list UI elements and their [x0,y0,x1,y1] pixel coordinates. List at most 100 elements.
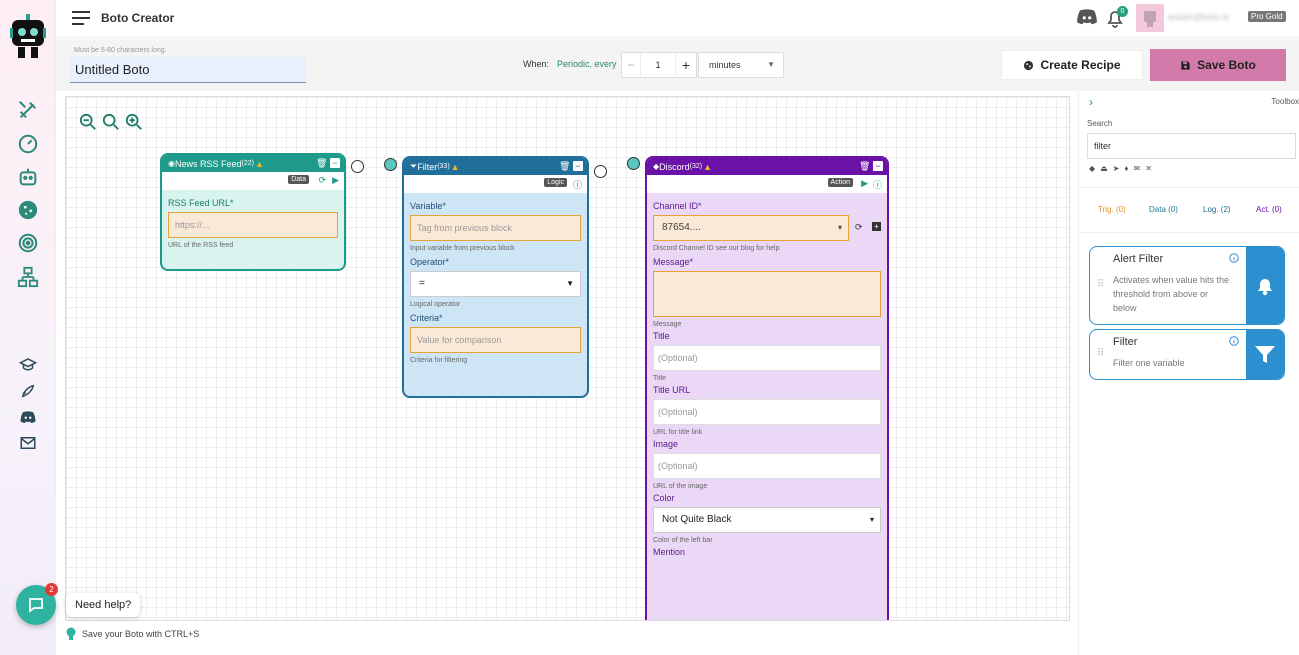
rss-feed-node[interactable]: ◉ News RSS Feed (22) ▲ 🗑 − Data ⟳ ▶ RSS … [160,153,346,271]
message-label: Message* [653,257,694,267]
hamburger-menu-icon[interactable] [72,10,90,26]
discord-icon[interactable]: ◆ [1089,164,1095,173]
toolbox-card-filter[interactable]: ⠿ Filter Filter one variable [1089,329,1285,380]
discord-input-connector[interactable] [627,157,640,170]
name-hint: Must be 5-80 characters long. [74,47,167,54]
ethereum-icon[interactable]: ♦ [1124,164,1128,173]
tab-triggers[interactable]: Trig. (0) [1098,205,1126,214]
save-tip-text: Save your Boto with CTRL+S [82,629,200,639]
clear-filter-icon[interactable]: ✕ [1145,164,1152,173]
title-url-input[interactable]: (Optional) [653,399,881,425]
rss-output-connector[interactable] [351,160,364,173]
left-sidebar [0,0,56,655]
upload-icon[interactable]: ⏏ [1100,164,1108,173]
chat-bubble-icon [29,598,43,613]
discord-icon[interactable] [19,408,37,426]
criteria-input[interactable]: Value for comparison [410,327,581,353]
message-textarea[interactable] [653,271,881,317]
increment-button[interactable]: + [676,57,696,73]
info-icon[interactable]: ⓘ [573,178,582,191]
node-header[interactable]: ◉ News RSS Feed (22) ▲ 🗑 − [162,155,344,172]
variable-input[interactable]: Tag from previous block [410,215,581,241]
play-icon[interactable]: ▶ [861,178,868,189]
zoom-out-icon[interactable] [79,113,97,131]
color-select[interactable]: Not Quite Black ▾ [653,507,881,533]
filter-output-connector[interactable] [594,165,607,178]
app-title: Boto Creator [101,11,175,25]
need-help-tooltip[interactable]: Need help? [66,593,141,617]
collapse-icon[interactable]: − [573,161,583,171]
save-tip: Save your Boto with CTRL+S [66,627,199,641]
zoom-in-icon[interactable] [125,113,143,131]
trash-icon[interactable]: 🗑 [316,158,327,168]
rocket-icon[interactable] [19,382,37,400]
drag-handle-icon[interactable]: ⠿ [1097,279,1104,290]
channel-id-select[interactable]: 87654.... ▾ [653,215,849,241]
channel-id-value: 87654.... [662,222,701,233]
robot-icon[interactable] [17,166,39,188]
top-bar: Boto Creator 0 leader@boto.io Pro Gold [56,0,1299,38]
trash-icon[interactable]: 🗑 [559,161,570,171]
info-icon[interactable] [1229,336,1239,346]
dashboard-gauge-icon[interactable] [17,133,39,155]
play-icon[interactable]: ▶ [332,175,339,186]
user-avatar[interactable] [1136,4,1164,32]
toolbox-search-input[interactable]: filter [1087,133,1296,159]
chevron-down-icon: ▾ [869,515,874,524]
node-header[interactable]: ⏷ Filter (33) ▲ 🗑 − [404,158,587,175]
create-recipe-button[interactable]: Create Recipe [1001,50,1143,80]
need-help-text: Need help? [75,599,132,611]
boto-logo-icon[interactable] [10,14,46,60]
telegram-icon[interactable]: ➤ [1113,164,1120,173]
interval-unit-select[interactable]: minutes ▼ [698,52,784,78]
tab-data[interactable]: Data (0) [1149,205,1178,214]
image-input[interactable]: (Optional) [653,453,881,479]
tab-actions[interactable]: Act. (0) [1256,205,1282,214]
card-description: Filter one variable [1113,358,1185,368]
boto-name-input[interactable] [70,57,306,83]
mail-icon[interactable]: ✉ [1134,164,1141,173]
graduation-cap-icon[interactable] [19,356,37,374]
filter-input-connector[interactable] [384,158,397,171]
operator-select[interactable]: = ▼ [410,271,581,297]
info-icon[interactable] [1229,253,1239,263]
info-icon[interactable]: ⓘ [873,178,882,191]
cookie-icon[interactable] [17,199,39,221]
boto-settings-bar: Must be 5-80 characters long. When: Peri… [56,39,1299,91]
add-icon[interactable]: + [872,222,881,231]
zoom-reset-icon[interactable] [102,113,120,131]
decrement-button[interactable]: − [622,58,640,72]
card-title: Filter [1113,336,1138,348]
save-boto-button[interactable]: Save Boto [1150,49,1286,81]
warning-icon: ▲ [703,161,713,172]
refresh-icon[interactable]: ⟳ [855,222,863,233]
tab-logic[interactable]: Log. (2) [1203,205,1231,214]
toolbox-card-alert-filter[interactable]: ⠿ Alert Filter Activates when value hits… [1089,246,1285,325]
collapse-icon[interactable]: − [873,161,883,171]
mail-icon[interactable] [19,434,37,452]
target-icon[interactable] [17,232,39,254]
collapse-icon[interactable]: − [330,158,340,168]
flow-canvas[interactable]: ◉ News RSS Feed (22) ▲ 🗑 − Data ⟳ ▶ RSS … [65,96,1070,621]
discord-node[interactable]: ◆ Discord (32) ▲ 🗑 − Action ▶ ⓘ Channel … [645,156,889,620]
filter-node[interactable]: ⏷ Filter (33) ▲ 🗑 − Logic ⓘ Variable* Ta… [402,156,589,398]
channel-id-label: Channel ID* [653,201,702,211]
cookie-icon [1024,60,1034,70]
chevron-right-icon[interactable]: › [1089,95,1093,109]
color-value: Not Quite Black [662,514,732,525]
when-label: When: [523,59,550,69]
rss-icon: ◉ [168,159,175,168]
sitemap-icon[interactable] [17,266,39,288]
refresh-icon[interactable]: ⟳ [318,175,326,186]
schedule-mode[interactable]: Periodic, every [557,59,617,69]
user-email[interactable]: leader@boto.io [1168,12,1229,22]
discord-icon[interactable] [1076,8,1098,26]
pencil-ruler-icon[interactable] [17,99,39,121]
trash-icon[interactable]: 🗑 [859,161,870,171]
drag-handle-icon[interactable]: ⠿ [1097,348,1104,359]
node-header[interactable]: ◆ Discord (32) ▲ 🗑 − [647,158,887,175]
interval-unit-value: minutes [709,60,741,70]
rss-url-input[interactable]: https://... [168,212,338,238]
interval-value[interactable]: 1 [640,53,676,77]
title-input[interactable]: (Optional) [653,345,881,371]
